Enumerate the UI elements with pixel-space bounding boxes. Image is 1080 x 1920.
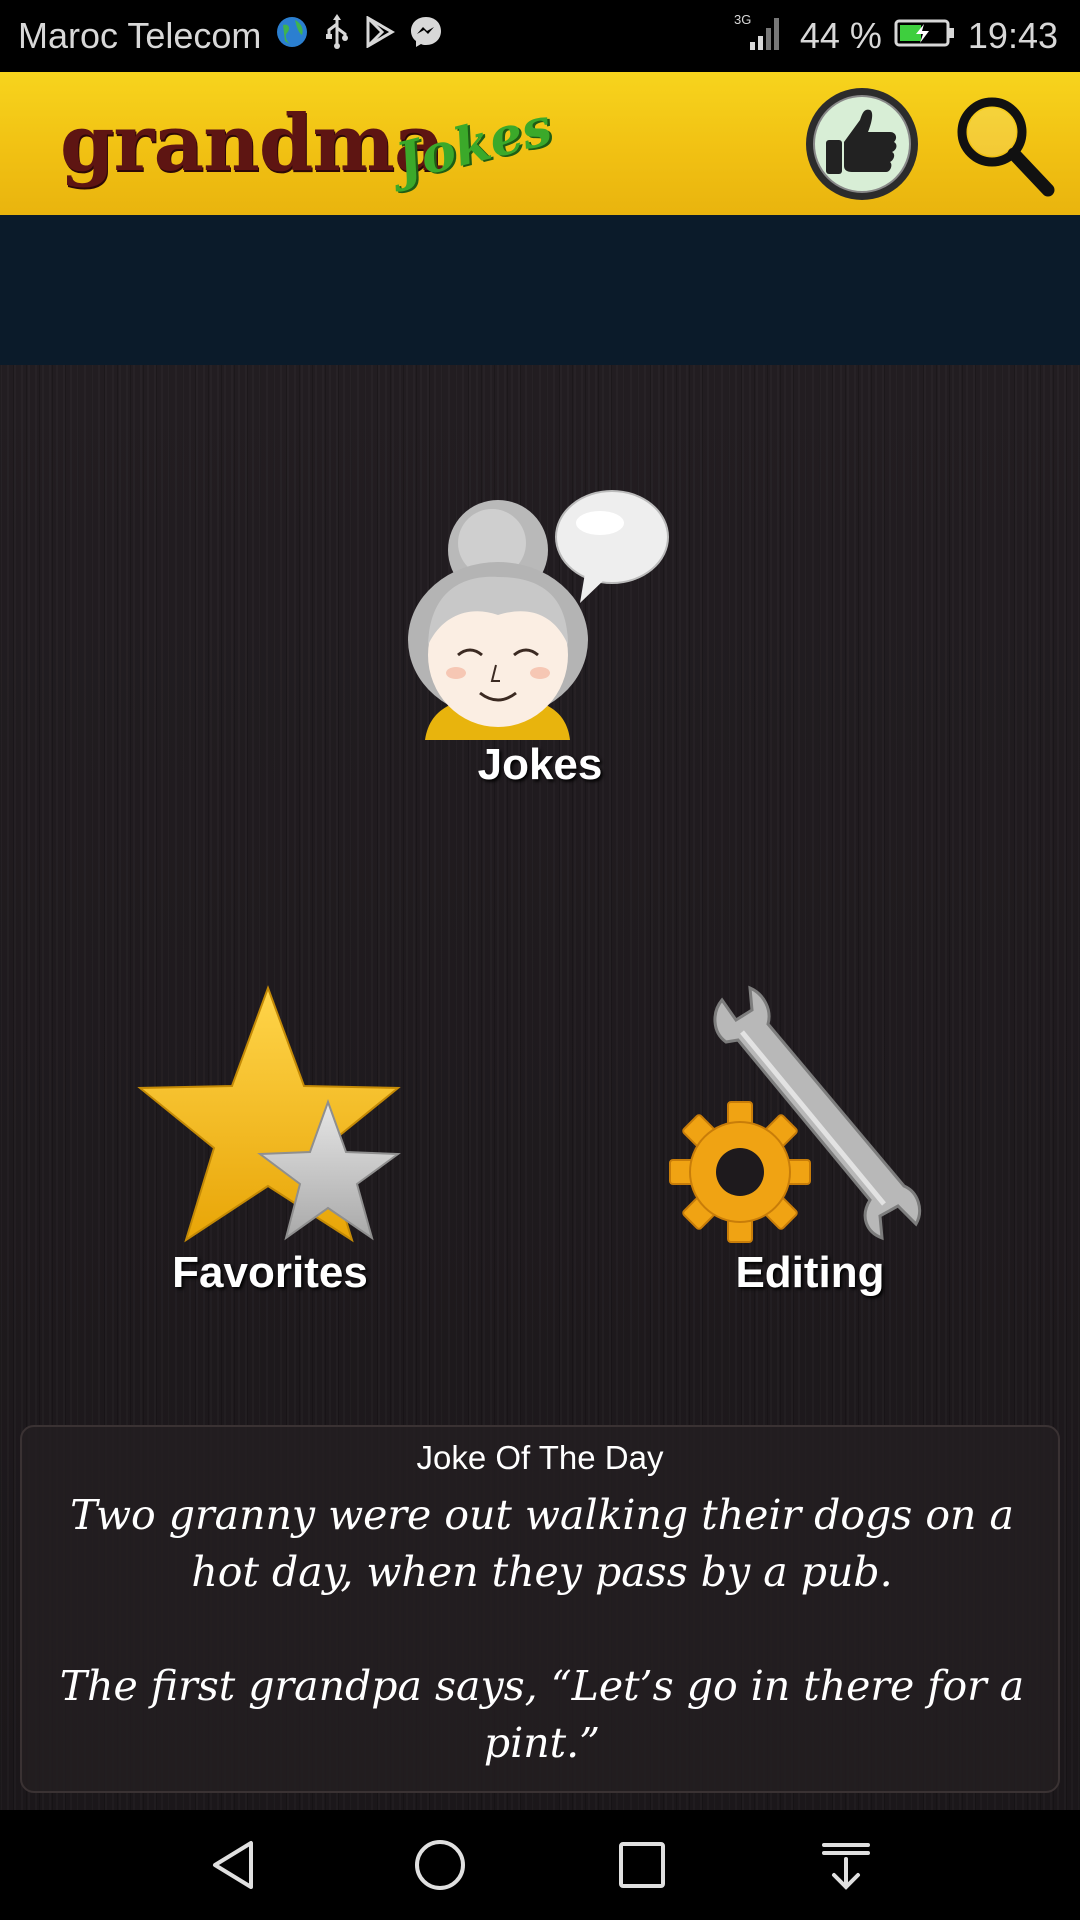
home-icon bbox=[415, 1840, 465, 1890]
search-icon bbox=[957, 97, 1055, 197]
thumbs-up-icon bbox=[806, 88, 918, 200]
status-bar: Maroc Telecom 3G 44 % 19:43 bbox=[0, 0, 1080, 72]
play-store-icon bbox=[365, 15, 396, 57]
joke-of-the-day-title: Joke Of The Day bbox=[416, 1439, 664, 1476]
back-button[interactable] bbox=[205, 1835, 265, 1895]
notification-pull-icon bbox=[822, 1843, 870, 1890]
favorites-label: Favorites bbox=[172, 1248, 368, 1297]
jokes-menu-item[interactable]: Jokes bbox=[380, 475, 700, 800]
usb-icon bbox=[323, 13, 351, 59]
joke-of-the-day-card[interactable]: Joke Of The Day Two granny were out walk… bbox=[20, 1425, 1060, 1793]
signal-icon: 3G bbox=[732, 12, 788, 61]
home-button[interactable] bbox=[410, 1835, 470, 1895]
globe-icon bbox=[275, 15, 309, 58]
recents-button[interactable] bbox=[612, 1835, 672, 1895]
editing-menu-item[interactable]: Editing bbox=[660, 980, 960, 1310]
favorites-menu-item[interactable]: Favorites bbox=[120, 980, 420, 1310]
back-icon bbox=[213, 1841, 253, 1889]
battery-percent: 44 % bbox=[799, 15, 882, 56]
gear-icon bbox=[669, 1101, 811, 1243]
joke-of-the-day-text: Two granny were out walking their dogs o… bbox=[59, 1491, 1025, 1767]
speech-bubble-icon bbox=[555, 490, 669, 603]
grandma-icon bbox=[408, 490, 669, 740]
network-type-label: 3G bbox=[734, 12, 751, 27]
ad-banner-area bbox=[0, 215, 1080, 365]
messenger-icon bbox=[409, 15, 443, 58]
search-button[interactable] bbox=[948, 90, 1060, 202]
clock: 19:43 bbox=[967, 15, 1058, 56]
notification-pull-button[interactable] bbox=[816, 1835, 876, 1895]
jokes-label: Jokes bbox=[477, 740, 603, 789]
star-icon bbox=[137, 985, 401, 1243]
editing-label: Editing bbox=[735, 1248, 885, 1297]
battery-icon bbox=[894, 15, 956, 57]
carrier-name: Maroc Telecom bbox=[18, 15, 262, 56]
recents-icon bbox=[619, 1842, 665, 1888]
like-button[interactable] bbox=[802, 84, 922, 204]
app-logo-grandma: grandma bbox=[60, 98, 444, 189]
system-nav-bar bbox=[0, 1810, 1080, 1920]
